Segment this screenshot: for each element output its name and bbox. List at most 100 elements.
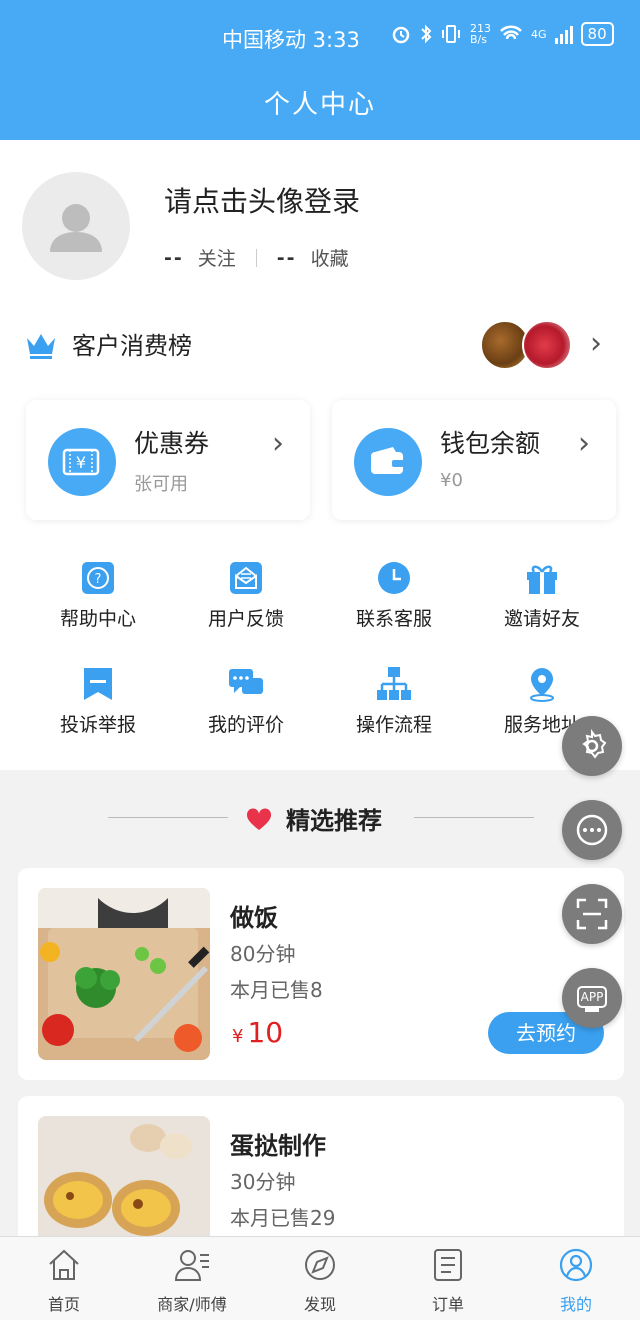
product-duration: 30分钟 [230, 1170, 296, 1194]
chat-icon [229, 669, 263, 694]
tab-label: 首页 [47, 1295, 80, 1314]
settings-button[interactable] [562, 716, 622, 776]
price-value: 10 [247, 1016, 284, 1049]
follow-label[interactable]: 关注 [198, 244, 236, 271]
ranking-avatar [522, 320, 572, 370]
wallet-balance: ¥0 [440, 470, 463, 491]
menu-item-process[interactable]: 操作流程 [320, 666, 468, 746]
menu-item-feedback[interactable]: 用户反馈 [172, 560, 320, 640]
help-icon: ? [82, 562, 114, 594]
tab-profile[interactable]: 我的 [512, 1237, 640, 1320]
tab-label: 订单 [431, 1295, 464, 1314]
menu-item-invite[interactable]: 邀请好友 [468, 560, 616, 640]
tab-home[interactable]: 首页 [0, 1237, 128, 1320]
stats-divider [255, 248, 257, 267]
message-button[interactable] [562, 800, 622, 860]
crown-icon [27, 334, 55, 359]
coupon-card[interactable]: ¥ 优惠券 张可用 › [26, 400, 310, 520]
coupon-subtitle: 张可用 [134, 474, 188, 495]
feedback-icon [230, 562, 262, 594]
recommend-header: 精选推荐 [0, 798, 640, 838]
chevron-right-icon: › [578, 426, 590, 461]
login-prompt[interactable]: 请点击头像登录 [164, 180, 360, 220]
profile-stats: -- 关注 -- 收藏 [164, 244, 349, 271]
svg-text:?: ? [95, 572, 102, 587]
wallet-title: 钱包余额 [440, 429, 541, 458]
merchant-icon [174, 1250, 209, 1281]
product-sold: 本月已售8 [230, 978, 323, 1002]
favorite-label[interactable]: 收藏 [311, 244, 349, 271]
app-download-button[interactable]: APP [562, 968, 622, 1028]
menu-label: 我的评价 [207, 714, 284, 736]
tab-label: 发现 [303, 1295, 336, 1314]
price-currency: ¥ [232, 1026, 244, 1047]
coupon-title: 优惠券 [134, 429, 210, 458]
scan-icon [576, 898, 608, 930]
menu-item-reviews[interactable]: 我的评价 [172, 666, 320, 746]
divider [108, 817, 228, 818]
alarm-icon [392, 26, 410, 44]
profile-icon [559, 1248, 593, 1282]
app-label: APP [580, 990, 604, 1004]
ranking-label: 客户消费榜 [72, 332, 192, 360]
menu-item-report[interactable]: 投诉举报 [24, 666, 172, 746]
product-name: 做饭 [230, 904, 278, 932]
coupon-icon: ¥ [48, 428, 116, 496]
page-title: 个人中心 [263, 90, 376, 120]
header-bar: 中国移动 3:33 213 B/s 4G 80 个人中心 [0, 0, 640, 140]
gift-icon [527, 565, 557, 594]
chevron-right-icon: › [272, 426, 284, 461]
product-price: ¥10 [232, 1016, 283, 1049]
recommend-title: 精选推荐 [286, 807, 382, 835]
heart-icon [246, 808, 272, 830]
net-speed-unit: B/s [470, 33, 487, 46]
signal-icon [554, 26, 573, 44]
clock-icon [378, 562, 410, 594]
bluetooth-icon [421, 24, 432, 44]
location-icon [530, 668, 554, 702]
carrier-time: 中国移动 3:33 [222, 28, 360, 52]
tab-orders[interactable]: 订单 [384, 1237, 512, 1320]
status-icons: 213 B/s 4G 80 [390, 22, 614, 46]
menu-item-contact-service[interactable]: 联系客服 [320, 560, 468, 640]
gear-icon [582, 729, 607, 759]
scan-button[interactable] [562, 884, 622, 944]
wallet-icon [354, 428, 422, 496]
divider [414, 817, 534, 818]
avatar[interactable] [22, 172, 130, 280]
tab-label: 商家/师傅 [157, 1295, 227, 1314]
product-card[interactable]: 做饭 80分钟 本月已售8 ¥10 去预约 [18, 868, 624, 1080]
menu-label: 邀请好友 [503, 608, 580, 630]
home-icon [49, 1249, 79, 1280]
vibrate-icon [442, 25, 460, 43]
consumption-ranking-row[interactable]: 客户消费榜 › [0, 310, 640, 380]
tab-merchant[interactable]: 商家/师傅 [128, 1237, 256, 1320]
menu-label: 用户反馈 [207, 608, 284, 630]
wifi-icon [500, 25, 522, 40]
menu-label: 投诉举报 [59, 714, 136, 736]
user-placeholder-icon [50, 204, 102, 252]
ranking-avatars [480, 320, 572, 370]
bottom-tab-bar: 首页 商家/师傅 发现 订单 我的 [0, 1236, 640, 1320]
product-sold: 本月已售29 [230, 1206, 336, 1230]
menu-label: 联系客服 [355, 608, 432, 630]
product-duration: 80分钟 [230, 942, 296, 966]
product-name: 蛋挞制作 [230, 1132, 326, 1160]
chat-bubble-icon [576, 814, 608, 846]
menu-label: 操作流程 [355, 714, 432, 736]
chevron-right-icon: › [590, 326, 602, 361]
net-speed: 213 B/s [470, 23, 491, 45]
menu-label: 帮助中心 [59, 608, 136, 630]
flow-icon [377, 667, 411, 700]
favorite-count: -- [276, 246, 297, 269]
product-card[interactable]: 蛋挞制作 30分钟 本月已售29 [18, 1096, 624, 1256]
wallet-card[interactable]: 钱包余额 ¥0 › [332, 400, 616, 520]
order-icon [434, 1249, 462, 1281]
tab-label: 我的 [559, 1295, 592, 1314]
report-icon [84, 668, 112, 700]
battery-indicator: 80 [580, 22, 614, 46]
product-image [38, 1116, 210, 1256]
menu-item-help[interactable]: ? 帮助中心 [24, 560, 172, 640]
status-bar: 中国移动 3:33 213 B/s 4G 80 [0, 0, 640, 70]
tab-discover[interactable]: 发现 [256, 1237, 384, 1320]
